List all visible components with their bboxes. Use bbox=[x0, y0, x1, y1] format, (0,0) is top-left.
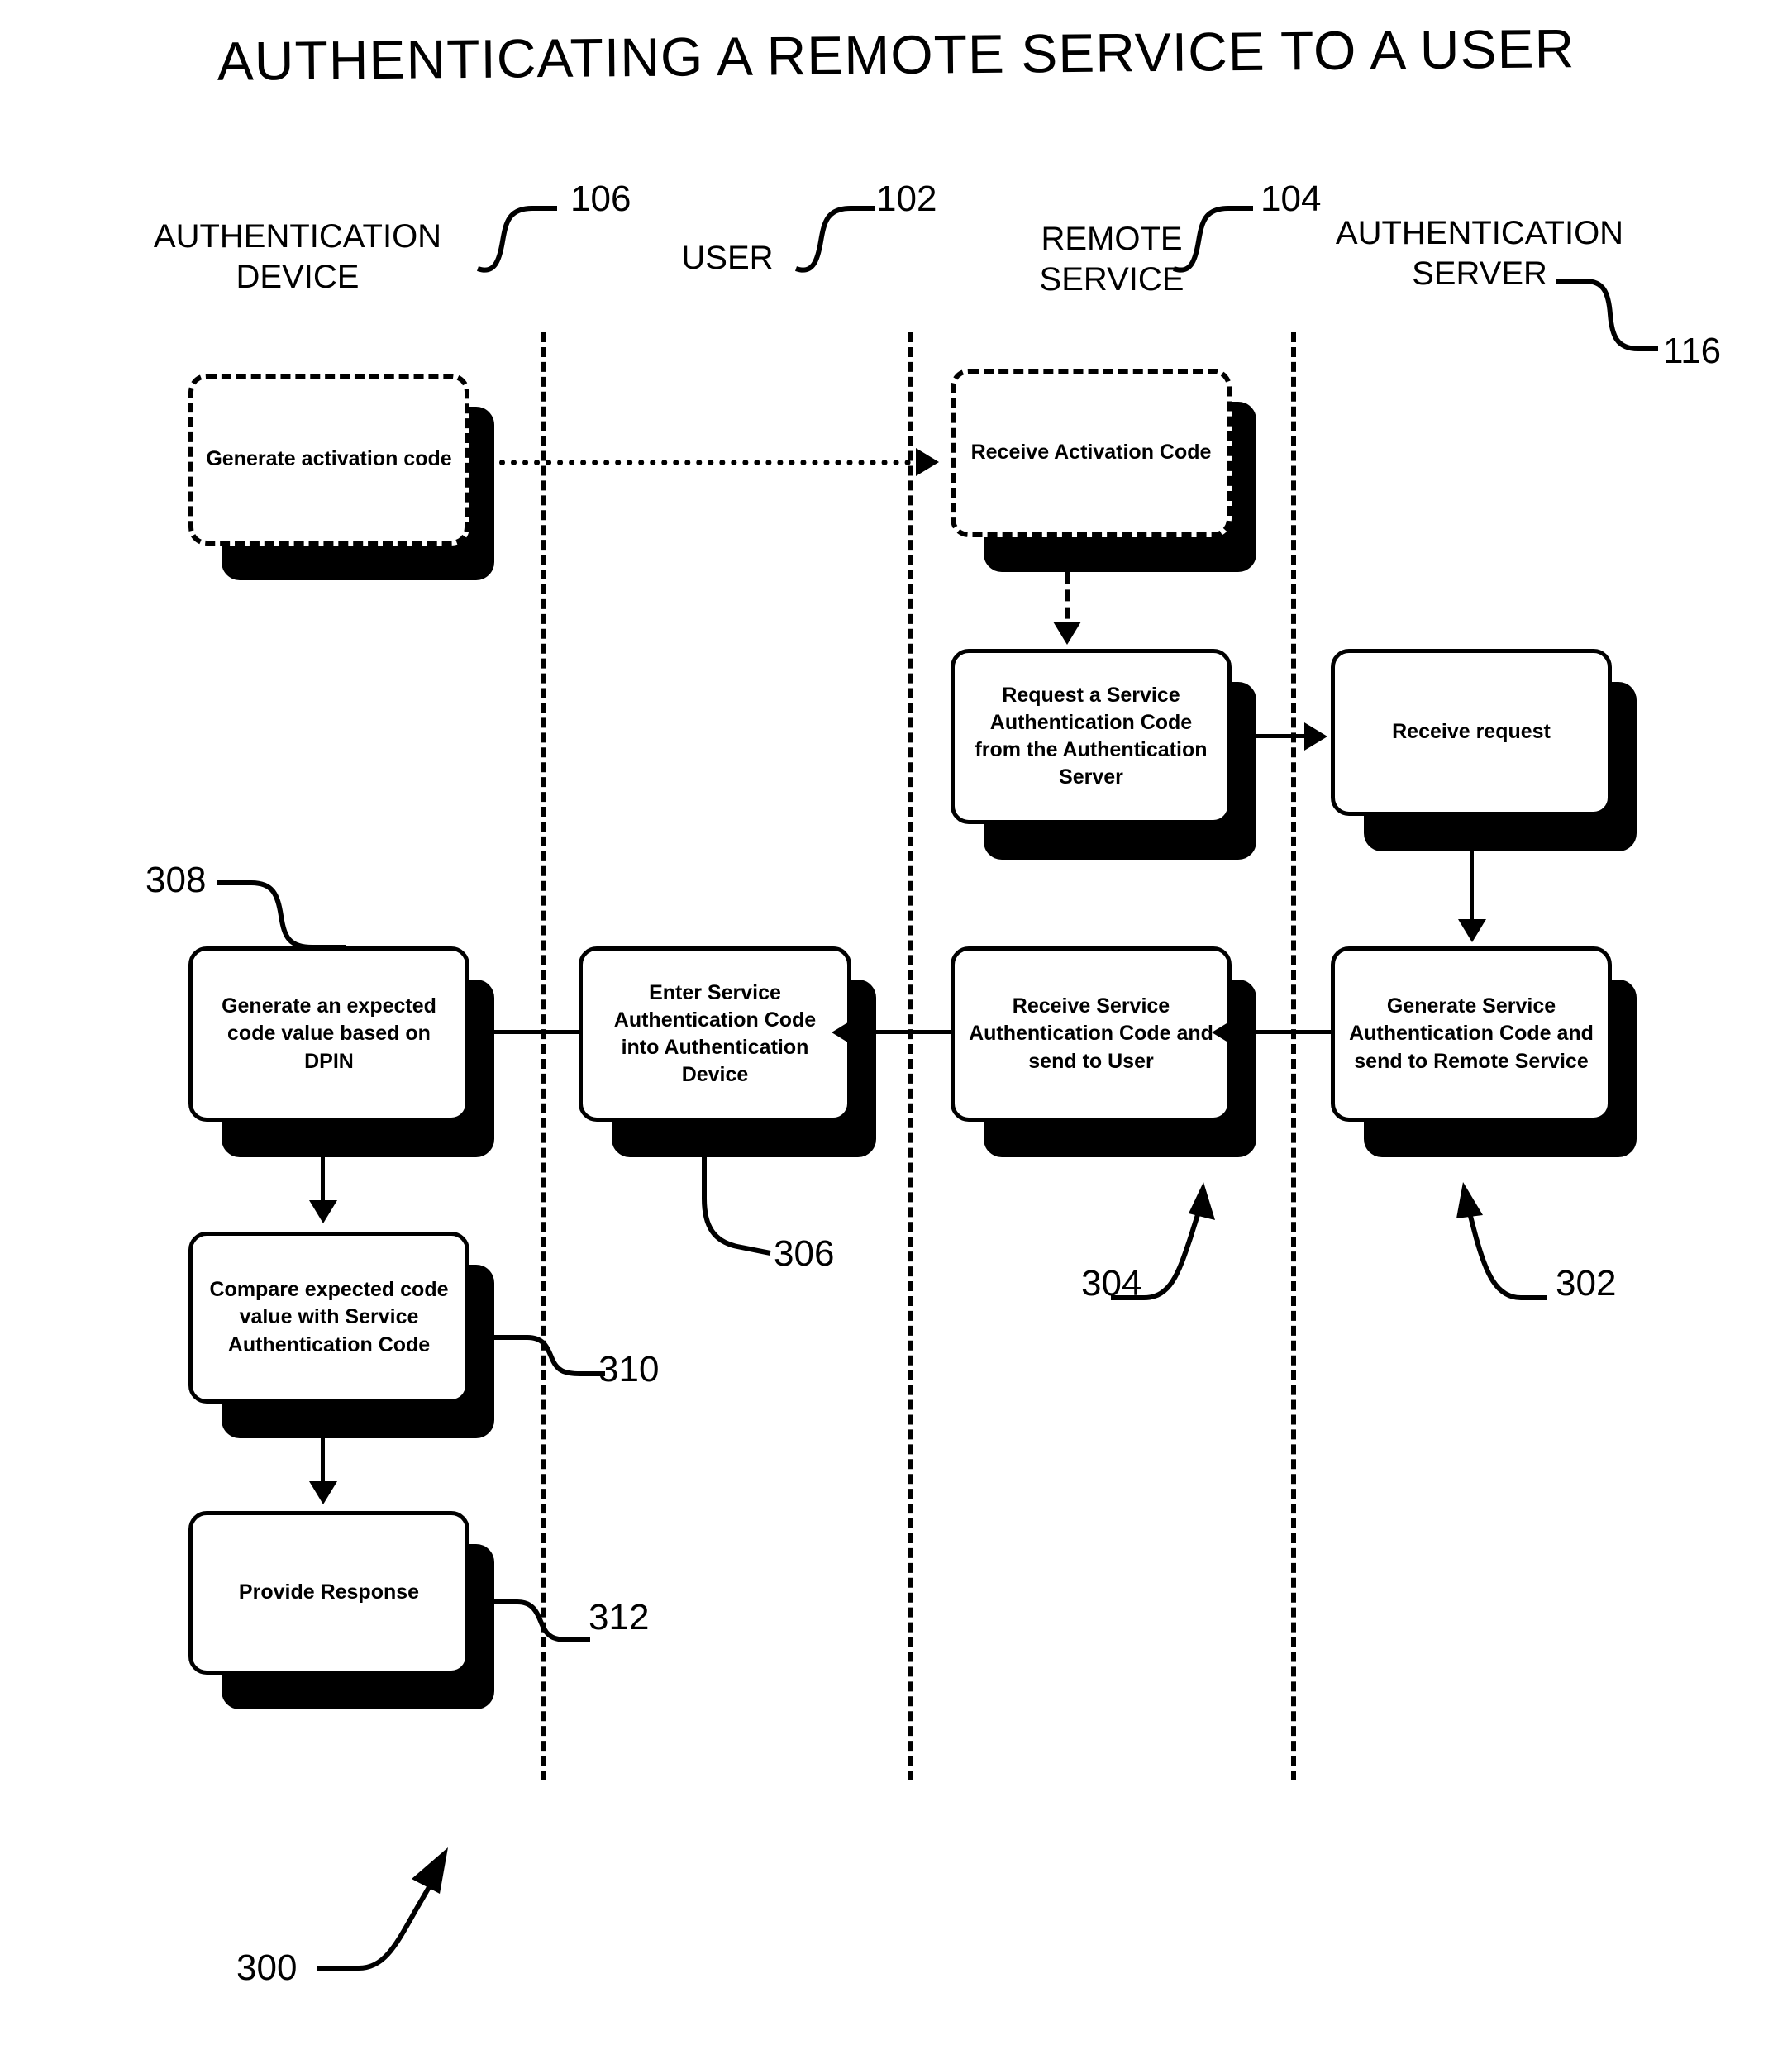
lane-divider-device-user bbox=[541, 332, 546, 1780]
arrow-generate-to-compare bbox=[309, 1200, 337, 1223]
leader-line-106 bbox=[477, 206, 557, 273]
arrow-receive-to-request bbox=[1053, 622, 1081, 645]
leader-line-102 bbox=[795, 206, 875, 273]
node-compare-expected-code[interactable]: Compare expected code value with Service… bbox=[188, 1232, 469, 1404]
node-receive-activation-code[interactable]: Receive Activation Code bbox=[951, 369, 1232, 537]
ref-num-104: 104 bbox=[1261, 179, 1322, 219]
arrow-request-to-receive bbox=[1304, 722, 1327, 751]
leader-line-312 bbox=[489, 1599, 590, 1642]
leader-line-104 bbox=[1173, 206, 1253, 273]
ref-num-106: 106 bbox=[570, 179, 631, 219]
connector-enter-to-generate-expected bbox=[488, 1030, 580, 1034]
patent-figure-page: AUTHENTICATING A REMOTE SERVICE TO A USE… bbox=[0, 0, 1792, 2045]
arrow-activation-code-transfer bbox=[916, 448, 939, 476]
lane-divider-service-server bbox=[1291, 332, 1296, 1780]
leader-line-302 bbox=[1456, 1182, 1547, 1300]
node-generate-activation-code[interactable]: Generate activation code bbox=[188, 374, 469, 546]
arrow-compare-to-provide bbox=[309, 1481, 337, 1504]
leader-line-308 bbox=[217, 880, 346, 950]
node-provide-response[interactable]: Provide Response bbox=[188, 1511, 469, 1675]
arrow-generate-to-receive-sac bbox=[1212, 1018, 1235, 1046]
node-enter-service-auth-code[interactable]: Enter Service Authentication Code into A… bbox=[579, 946, 851, 1122]
leader-line-304 bbox=[1111, 1182, 1215, 1300]
node-receive-request[interactable]: Receive request bbox=[1331, 649, 1612, 816]
leader-line-310 bbox=[489, 1335, 605, 1376]
node-generate-expected-code[interactable]: Generate an expected code value based on… bbox=[188, 946, 469, 1122]
page-title: AUTHENTICATING A REMOTE SERVICE TO A USE… bbox=[217, 17, 1575, 92]
ref-num-308: 308 bbox=[145, 860, 207, 900]
node-receive-service-auth-code[interactable]: Receive Service Authentication Code and … bbox=[951, 946, 1232, 1122]
ref-num-302: 302 bbox=[1556, 1263, 1617, 1304]
arrow-receive-to-enter bbox=[832, 1018, 855, 1046]
lane-header-user: USER bbox=[681, 240, 774, 276]
arrow-receive-to-generate bbox=[1458, 919, 1486, 942]
leader-line-116 bbox=[1556, 279, 1658, 351]
ref-num-300: 300 bbox=[236, 1947, 298, 1988]
lane-divider-user-service bbox=[908, 332, 913, 1780]
leader-line-300 bbox=[317, 1847, 448, 1971]
node-request-service-auth-code[interactable]: Request a Service Authentication Code fr… bbox=[951, 649, 1232, 824]
lane-header-authentication-device: AUTHENTICATION DEVICE bbox=[153, 218, 442, 295]
connector-activation-code-transfer bbox=[488, 460, 934, 465]
leader-line-306 bbox=[702, 1154, 771, 1256]
arrow-enter-to-generate-expected bbox=[468, 1018, 491, 1046]
node-generate-service-auth-code[interactable]: Generate Service Authentication Code and… bbox=[1331, 946, 1612, 1122]
